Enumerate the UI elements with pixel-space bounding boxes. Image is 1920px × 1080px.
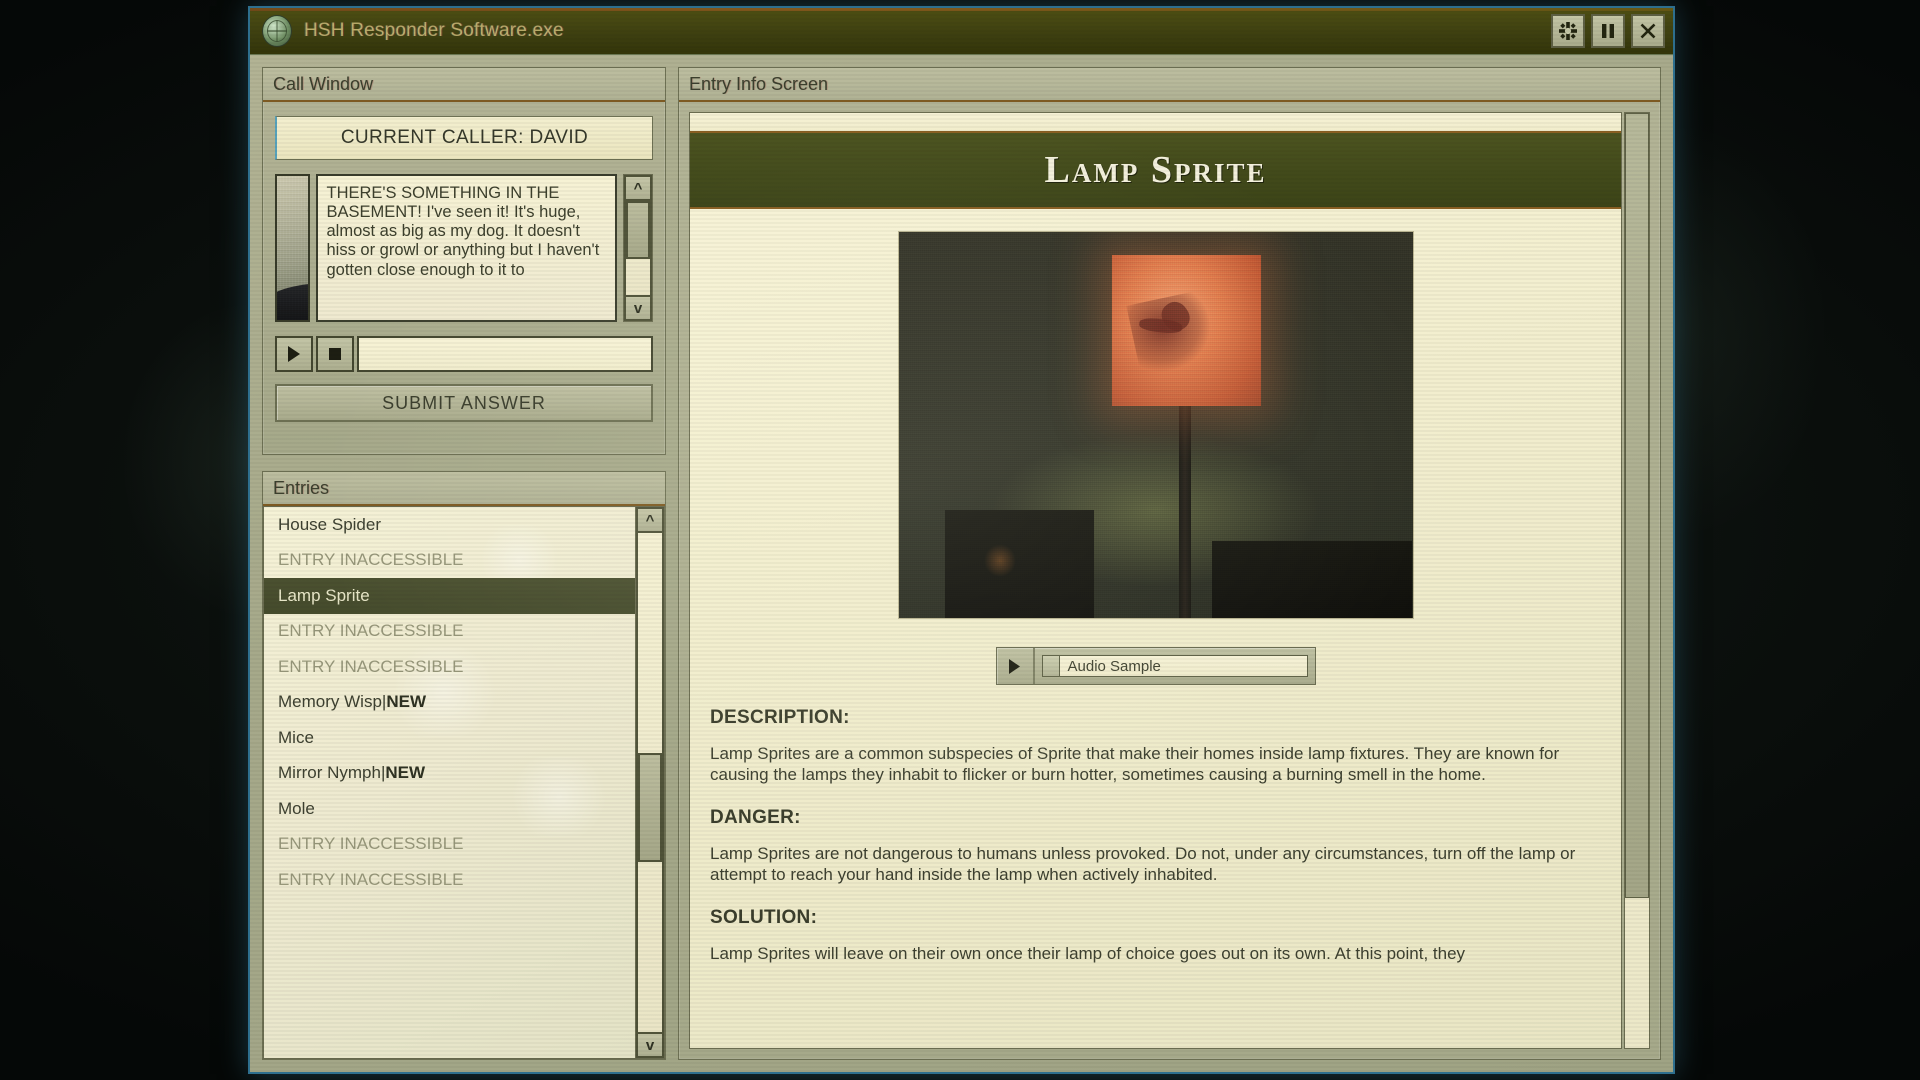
audio-player[interactable]: Audio Sample xyxy=(995,647,1316,685)
entries-list-item[interactable]: Mice xyxy=(264,720,635,756)
entries-list-item[interactable]: ENTRY INACCESSIBLE xyxy=(264,543,635,579)
pause-button[interactable] xyxy=(1591,14,1625,48)
entries-list-item[interactable]: Memory Wisp | NEW xyxy=(264,685,635,721)
entry-section-heading: DESCRIPTION: xyxy=(710,707,850,728)
stop-call-button[interactable] xyxy=(316,336,354,372)
entries-list-item-label: Memory Wisp xyxy=(278,692,382,712)
title-bar[interactable]: HSH Responder Software.exe xyxy=(250,8,1673,55)
entries-list-item[interactable]: Mole xyxy=(264,791,635,827)
entries-list-item-label: Mirror Nymph xyxy=(278,763,381,783)
play-icon xyxy=(288,346,300,362)
dialogue-scroll-up-button[interactable]: ^ xyxy=(624,175,652,201)
entry-info-scroll-thumb[interactable] xyxy=(1625,113,1649,899)
entries-list-item[interactable]: Lamp Sprite xyxy=(264,578,635,614)
application-window: HSH Responder Software.exe Call Window C… xyxy=(248,6,1675,1074)
entry-section-body: Lamp Sprites are not dangerous to humans… xyxy=(710,844,1576,885)
call-window-panel: Call Window CURRENT CALLER: DAVID THERE'… xyxy=(262,67,666,455)
audio-sample-label: Audio Sample xyxy=(1059,655,1308,677)
entry-info-body: Lamp Sprite Audio Sample DESCRIPTION: La… xyxy=(679,102,1660,1059)
entries-list-item[interactable]: ENTRY INACCESSIBLE xyxy=(264,614,635,650)
entry-title: Lamp Sprite xyxy=(1044,149,1267,191)
entries-list-item[interactable]: House Spider xyxy=(264,507,635,543)
entries-list-item[interactable]: ENTRY INACCESSIBLE xyxy=(264,862,635,898)
entries-list-item-new-badge: NEW xyxy=(386,692,426,712)
call-window-header: Call Window xyxy=(263,68,665,102)
entries-list-container: House Spider ENTRY INACCESSIBLE Lamp Sprit… xyxy=(263,506,635,1059)
entry-info-header: Entry Info Screen xyxy=(679,68,1660,102)
entries-header: Entries xyxy=(263,472,665,506)
settings-button[interactable] xyxy=(1551,14,1585,48)
dialogue-scroll-down-button[interactable]: v xyxy=(624,295,652,321)
gear-icon xyxy=(1559,22,1577,40)
entries-scroll-down-button[interactable]: v xyxy=(636,1032,664,1058)
entry-info-frame: Lamp Sprite Audio Sample DESCRIPTION: La… xyxy=(689,112,1622,1049)
answer-input[interactable] xyxy=(357,336,653,372)
dialogue-box: THERE'S SOMETHING IN THE BASEMENT! I've … xyxy=(316,174,617,322)
window-controls xyxy=(1551,14,1665,48)
dialogue-scroll-track[interactable] xyxy=(624,201,652,295)
entries-list-item[interactable]: ENTRY INACCESSIBLE xyxy=(264,649,635,685)
stop-icon xyxy=(329,348,341,360)
entry-info-top-pad xyxy=(690,113,1621,131)
current-caller-banner: CURRENT CALLER: DAVID xyxy=(275,116,653,160)
entries-panel: Entries House Spider ENTRY INACCESSIBLE La… xyxy=(262,471,666,1060)
lamp-sprite-specimen-photo xyxy=(897,231,1414,619)
entries-list-item-label: Lamp Sprite xyxy=(278,585,370,605)
right-column: Entry Info Screen Lamp Sprite Audio Samp… xyxy=(678,67,1661,1060)
entry-info-text: DESCRIPTION: Lamp Sprites are a common su… xyxy=(708,707,1603,964)
entry-info-content: Audio Sample DESCRIPTION: Lamp Sprites ar… xyxy=(690,209,1621,1048)
entry-section-heading: SOLUTION: xyxy=(710,907,818,929)
entry-section-heading: DANGER: xyxy=(710,807,801,829)
entries-list-item[interactable]: ENTRY INACCESSIBLE xyxy=(264,827,635,863)
entries-list[interactable]: House Spider ENTRY INACCESSIBLE Lamp Sprit… xyxy=(264,507,635,898)
entries-list-item-label: Mole xyxy=(278,798,315,818)
caller-portrait xyxy=(275,174,311,322)
entries-scroll-thumb[interactable] xyxy=(638,752,662,863)
entries-scrollbar[interactable]: ^ v xyxy=(635,506,665,1059)
caller-row: THERE'S SOMETHING IN THE BASEMENT! I've … xyxy=(275,174,653,322)
close-button[interactable] xyxy=(1631,14,1665,48)
entries-list-item-new-badge: NEW xyxy=(385,763,426,783)
window-title: HSH Responder Software.exe xyxy=(304,20,564,41)
audio-play-button[interactable] xyxy=(997,648,1035,684)
call-window-body: CURRENT CALLER: DAVID THERE'S SOMETHING … xyxy=(263,102,665,454)
entry-section-body: Lamp Sprites will leave on their own onc… xyxy=(710,944,1466,964)
entries-list-item-label: Mice xyxy=(278,727,314,747)
entry-section-body: Lamp Sprites are a common subspecies of … xyxy=(710,744,1560,785)
pause-icon xyxy=(1602,24,1614,38)
close-icon xyxy=(1640,23,1656,39)
play-call-button[interactable] xyxy=(275,336,313,372)
entry-title-bar: Lamp Sprite xyxy=(690,131,1621,209)
entry-info-scrollbar[interactable] xyxy=(1624,112,1650,1049)
window-body: Call Window CURRENT CALLER: DAVID THERE'… xyxy=(250,55,1673,1072)
audio-scrubber[interactable]: Audio Sample xyxy=(1041,655,1308,677)
entries-list-item-label: ENTRY INACCESSIBLE xyxy=(278,656,464,676)
entry-info-panel: Entry Info Screen Lamp Sprite Audio Samp… xyxy=(678,67,1661,1060)
left-column: Call Window CURRENT CALLER: DAVID THERE'… xyxy=(262,67,666,1060)
call-transport-controls xyxy=(275,336,653,372)
dialogue-scroll-thumb[interactable] xyxy=(626,201,650,260)
submit-answer-button[interactable]: SUBMIT ANSWER xyxy=(275,384,653,422)
entries-list-item-label: House Spider xyxy=(278,514,382,534)
audio-slider-handle[interactable] xyxy=(1041,655,1060,677)
entries-list-item-label: ENTRY INACCESSIBLE xyxy=(278,869,464,889)
entries-scroll-track[interactable] xyxy=(636,533,664,1032)
play-icon xyxy=(1009,658,1020,674)
dialogue-scrollbar[interactable]: ^ v xyxy=(623,174,653,322)
entries-scroll-up-button[interactable]: ^ xyxy=(636,507,664,533)
entries-body: House Spider ENTRY INACCESSIBLE Lamp Sprit… xyxy=(263,506,665,1059)
entries-list-item-label: ENTRY INACCESSIBLE xyxy=(278,550,464,570)
entries-list-item-label: ENTRY INACCESSIBLE xyxy=(278,621,464,641)
globe-icon xyxy=(262,15,292,47)
entries-list-item[interactable]: Mirror Nymph | NEW xyxy=(264,756,635,792)
dialogue-text: THERE'S SOMETHING IN THE BASEMENT! I've … xyxy=(326,184,600,279)
entries-list-item-label: ENTRY INACCESSIBLE xyxy=(278,834,464,854)
